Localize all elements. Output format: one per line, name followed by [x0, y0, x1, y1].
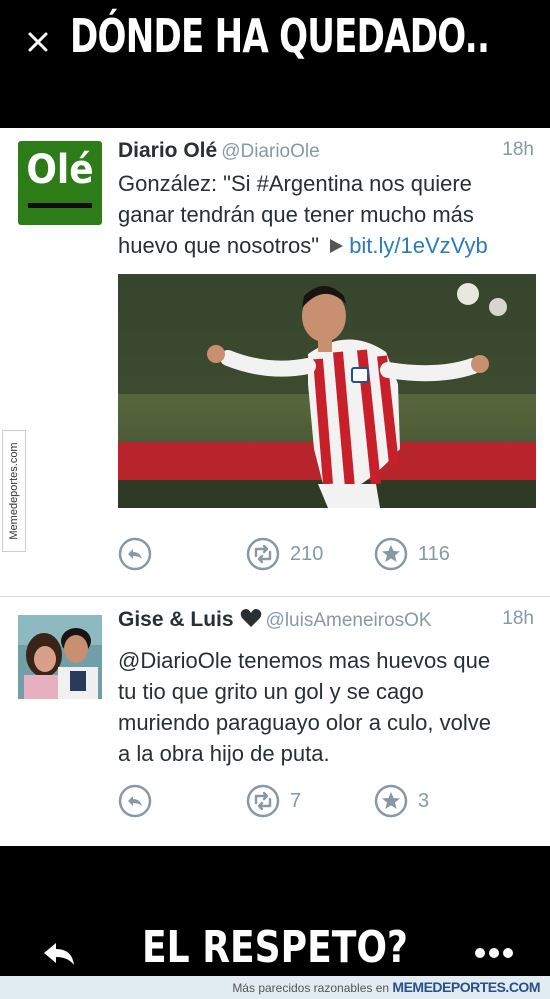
footer-caption: Más parecidos razonables en — [232, 981, 390, 995]
favorite-count: 116 — [418, 543, 450, 565]
avatar[interactable] — [18, 615, 102, 699]
tweet-text-line: @DiarioOle tenemos mas huevos que — [118, 648, 491, 673]
author-name[interactable]: Diario Olé @DiarioOle — [118, 139, 320, 163]
close-icon[interactable] — [22, 26, 54, 58]
meme-bottom-caption: EL RESPETO? — [142, 922, 408, 973]
ole-logo-underline — [28, 203, 92, 208]
retweet-button[interactable]: 210 — [246, 536, 356, 572]
heart-icon — [240, 609, 261, 627]
retweet-icon — [246, 784, 280, 818]
tweet-text-line: tu tio que grito un gol y se cago — [118, 679, 424, 704]
tweet-link[interactable]: bit.ly/1eVzVyb — [349, 233, 488, 258]
reply-button[interactable] — [118, 536, 152, 572]
tweet-text-line-with-link: huevo que nosotros" bit.ly/1eVzVyb — [118, 230, 543, 261]
tweet-text-line: muriendo paraguayo olor a culo, volve — [118, 710, 492, 735]
favorite-star-icon — [374, 537, 408, 571]
more-icon[interactable] — [474, 946, 514, 960]
play-icon — [330, 239, 344, 253]
author-name-text: Diario Olé — [118, 139, 218, 162]
tweet-actions: 7 3 — [118, 783, 538, 819]
tweet[interactable]: Gise & Luis @luisAmeneirosOK 18h @DiarioO… — [0, 597, 550, 846]
tweet-text-line: a la obra hijo de puta. — [118, 741, 330, 766]
favorite-star-icon — [374, 784, 408, 818]
retweet-icon — [246, 537, 280, 571]
bottom-bar: EL RESPETO? — [0, 846, 550, 976]
author-name[interactable]: Gise & Luis @luisAmeneirosOK — [118, 608, 432, 632]
author-handle: @luisAmeneirosOK — [265, 610, 432, 631]
retweet-count: 7 — [290, 790, 302, 812]
avatar[interactable]: Olé — [18, 141, 102, 225]
tweet-photo-player-celebrating — [118, 274, 536, 508]
tweet[interactable]: Olé Diario Olé @DiarioOle 18h González: "… — [0, 128, 550, 597]
tweet-text-line: González: "Si #Argentina nos quiere — [118, 171, 472, 196]
favorite-count: 3 — [418, 790, 430, 812]
author-handle: @DiarioOle — [221, 141, 320, 162]
tweet-time: 18h — [502, 608, 534, 629]
avatar-photo-couple — [18, 615, 102, 699]
footer-banner: Más parecidos razonables en MEMEDEPORTES… — [0, 976, 550, 999]
footer-brand[interactable]: MEMEDEPORTES.COM — [392, 979, 540, 995]
tweet-time: 18h — [502, 139, 534, 160]
reply-button[interactable] — [118, 783, 152, 819]
favorite-button[interactable]: 116 — [374, 536, 484, 572]
meme-top-caption: DÓNDE HA QUEDADO.. — [70, 9, 490, 63]
side-watermark-text: Memedeportes.com — [8, 442, 20, 540]
tweet-text: @DiarioOle tenemos mas huevos que tu tio… — [118, 645, 543, 769]
tweet-text: González: "Si #Argentina nos quiere gana… — [118, 168, 543, 261]
tweet-text-fragment: huevo que nosotros" — [118, 233, 320, 258]
tweet-photo[interactable] — [118, 274, 536, 508]
favorite-button[interactable]: 3 — [374, 783, 484, 819]
top-bar: DÓNDE HA QUEDADO.. — [0, 0, 550, 128]
retweet-button[interactable]: 7 — [246, 783, 356, 819]
author-name-text: Gise & Luis — [118, 608, 234, 631]
side-watermark: Memedeportes.com — [2, 430, 26, 552]
tweet-actions: 210 116 — [118, 536, 538, 572]
tweet-text-line: ganar tendrán que tener mucho más — [118, 202, 474, 227]
ole-logo-text: Olé — [26, 147, 94, 193]
retweet-count: 210 — [290, 543, 324, 565]
reply-icon — [118, 784, 152, 818]
tweet-feed: Olé Diario Olé @DiarioOle 18h González: "… — [0, 128, 550, 846]
reply-icon — [118, 537, 152, 571]
footer-text: Más parecidos razonables en MEMEDEPORTES… — [232, 979, 540, 995]
